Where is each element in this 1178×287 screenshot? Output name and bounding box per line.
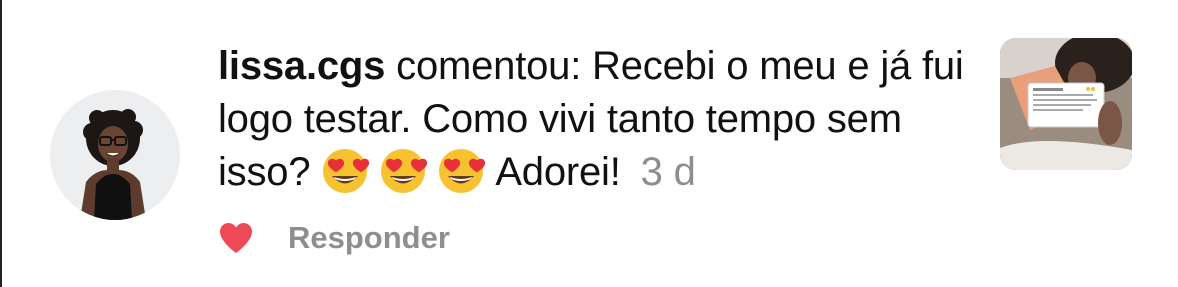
heart-eyes-emoji-icon [379,147,428,195]
avatar-photo [50,90,180,220]
heart-eyes-emoji-icon [321,147,370,195]
post-thumbnail[interactable] [1000,38,1132,170]
window-edge [0,0,2,287]
post-thumbnail-image [1000,38,1132,170]
comment-username[interactable]: lissa.cgs [218,44,385,88]
heart-eyes-emoji-icon [437,147,486,195]
comment-timestamp[interactable]: 3 d [641,150,696,194]
avatar[interactable] [50,90,180,220]
heart-icon[interactable] [218,221,254,255]
comment-text: lissa.cgs comentou: Recebi o meu e já fu… [218,40,978,199]
reply-button[interactable]: Responder [288,220,450,256]
comment-trailing-text: Adorei! [495,150,621,194]
comment-actions: Responder [218,216,450,260]
comment-action-text: comentou: [396,44,582,88]
